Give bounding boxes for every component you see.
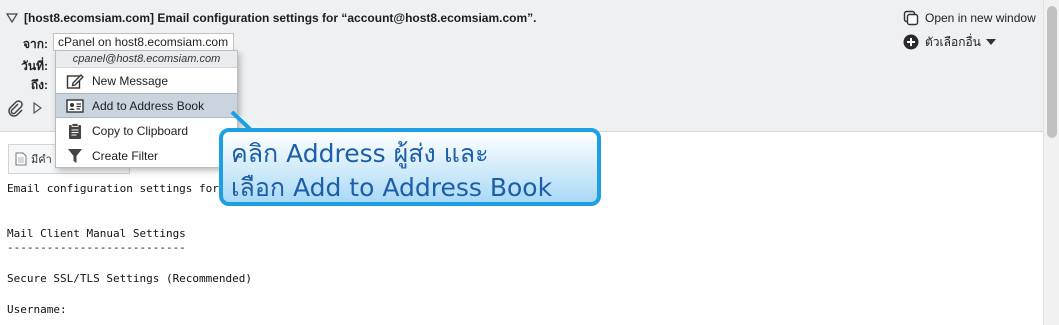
header-actions: Open in new window ตัวเลือกอื่น bbox=[903, 9, 1036, 57]
caret-down-icon bbox=[985, 39, 996, 45]
body-tab-label: มีคำ bbox=[31, 154, 52, 166]
body-line: Username: bbox=[7, 303, 67, 316]
callout-line-2: เลือก Add to Address Book bbox=[231, 173, 553, 202]
document-icon bbox=[15, 152, 27, 166]
body-line: Email configuration settings for bbox=[7, 182, 219, 195]
open-new-window-label: Open in new window bbox=[925, 11, 1036, 25]
menu-item-label: Create Filter bbox=[92, 148, 159, 163]
body-line: Mail Client Manual Settings bbox=[7, 227, 186, 240]
vertical-scrollbar[interactable] bbox=[1043, 0, 1059, 325]
plus-circle-icon bbox=[903, 34, 919, 50]
scrollbar-thumb[interactable] bbox=[1047, 6, 1057, 138]
more-options-label: ตัวเลือกอื่น bbox=[925, 34, 981, 49]
callout-line-1: คลิก Address ผู้ส่ง และ bbox=[231, 139, 489, 168]
body-line: Secure SSL/TLS Settings (Recommended) bbox=[7, 272, 253, 285]
callout-text: คลิก Address ผู้ส่ง และ เลือก Add to Add… bbox=[231, 137, 552, 205]
new-window-icon bbox=[903, 10, 919, 26]
body-line: --------------------------- bbox=[7, 241, 186, 254]
instruction-callout: คลิก Address ผู้ส่ง และ เลือก Add to Add… bbox=[219, 128, 601, 206]
more-options-button[interactable]: ตัวเลือกอื่น bbox=[903, 33, 1036, 51]
callout-pointer-cover bbox=[236, 126, 276, 136]
open-new-window-link[interactable]: Open in new window bbox=[903, 9, 1036, 27]
